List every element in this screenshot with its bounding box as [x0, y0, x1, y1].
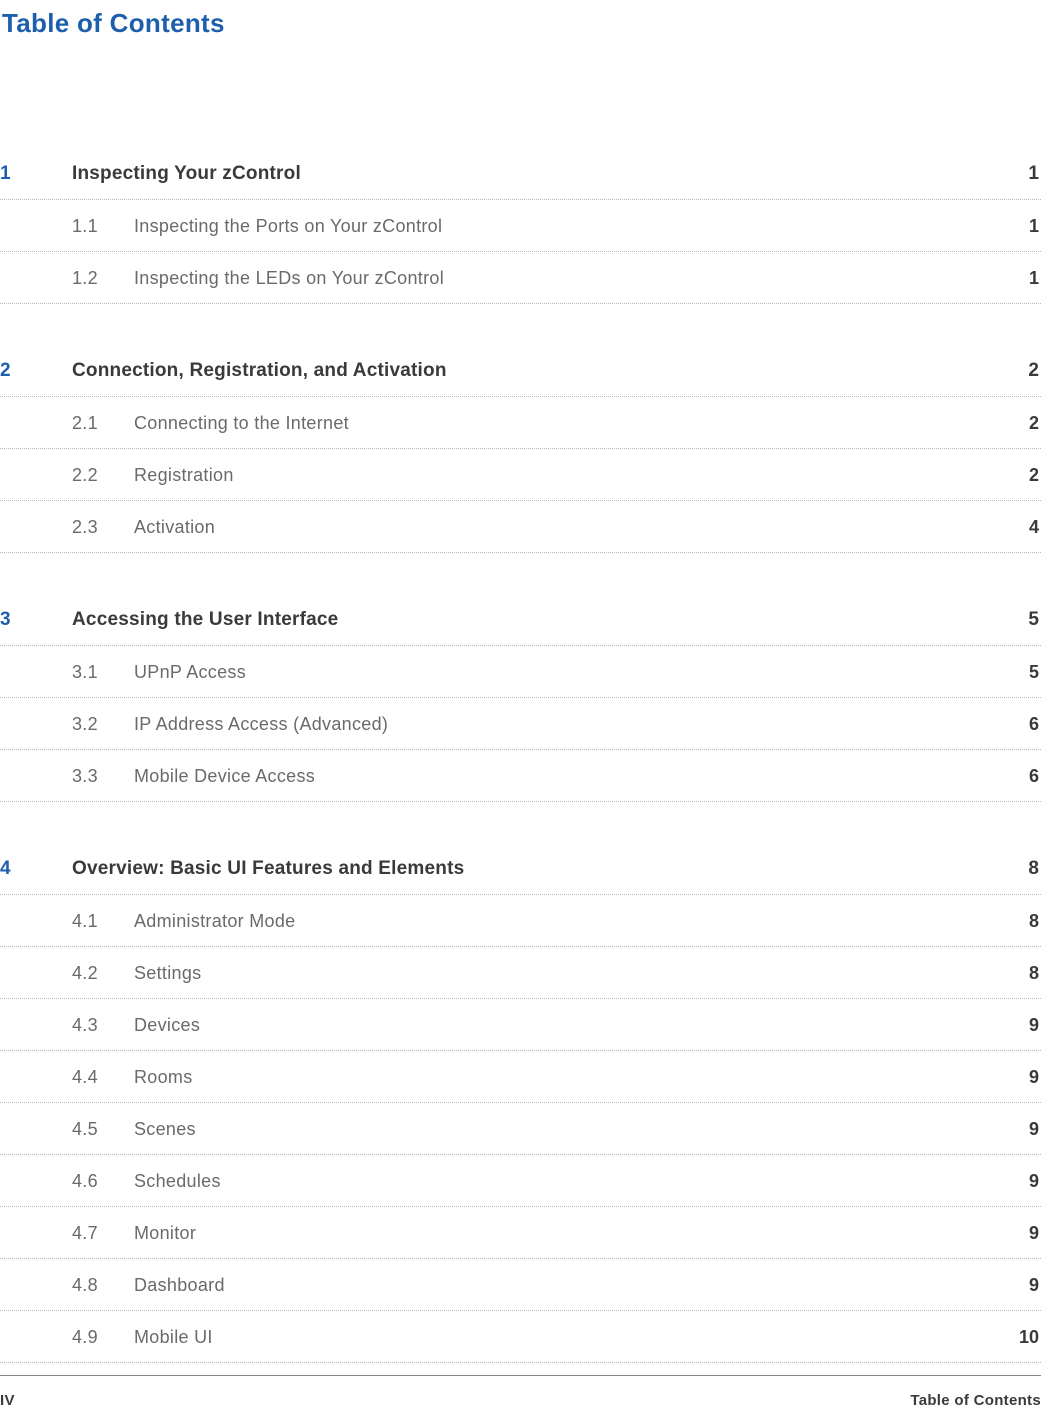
toc-sub-row[interactable]: 1.1Inspecting the Ports on Your zControl… [0, 200, 1041, 252]
chapter-number: 4 [0, 858, 72, 880]
chapter-title: Connection, Registration, and Activation [72, 360, 1028, 382]
sub-page-number: 9 [1029, 1275, 1041, 1296]
toc-chapter-row[interactable]: 3Accessing the User Interface5 [0, 609, 1041, 646]
sub-title: IP Address Access (Advanced) [134, 714, 1029, 735]
toc-sub-row[interactable]: 2.1Connecting to the Internet2 [0, 397, 1041, 449]
toc-sub-row[interactable]: 4.7Monitor9 [0, 1207, 1041, 1259]
sub-number: 1.1 [72, 216, 134, 237]
sub-page-number: 2 [1029, 413, 1041, 434]
sub-number: 4.1 [72, 911, 134, 932]
sub-page-number: 1 [1029, 216, 1041, 237]
sub-number: 4.3 [72, 1015, 134, 1036]
chapter-page-number: 1 [1028, 163, 1041, 185]
sub-page-number: 10 [1019, 1327, 1041, 1348]
sub-page-number: 4 [1029, 517, 1041, 538]
toc-sub-row[interactable]: 4.4Rooms9 [0, 1051, 1041, 1103]
chapter-number: 3 [0, 609, 72, 631]
sub-page-number: 6 [1029, 714, 1041, 735]
chapter-number: 1 [0, 163, 72, 185]
sub-title: Activation [134, 517, 1029, 538]
sub-title: Settings [134, 963, 1029, 984]
page-title: Table of Contents [2, 8, 1041, 39]
sub-title: Dashboard [134, 1275, 1029, 1296]
footer-section-title: Table of Contents [910, 1392, 1041, 1409]
chapter-title: Accessing the User Interface [72, 609, 1028, 631]
sub-number: 4.5 [72, 1119, 134, 1140]
sub-number: 4.2 [72, 963, 134, 984]
sub-number: 3.3 [72, 766, 134, 787]
sub-title: Registration [134, 465, 1029, 486]
sub-title: Monitor [134, 1223, 1029, 1244]
document-page: Table of Contents 1Inspecting Your zCont… [0, 8, 1041, 1363]
toc-chapter: 2Connection, Registration, and Activatio… [0, 360, 1041, 553]
toc-sub-row[interactable]: 4.2Settings8 [0, 947, 1041, 999]
toc-chapter: 3Accessing the User Interface53.1UPnP Ac… [0, 609, 1041, 802]
sub-page-number: 2 [1029, 465, 1041, 486]
sub-title: Schedules [134, 1171, 1029, 1192]
chapter-page-number: 5 [1028, 609, 1041, 631]
sub-number: 3.2 [72, 714, 134, 735]
toc-sub-row[interactable]: 3.2IP Address Access (Advanced)6 [0, 698, 1041, 750]
chapter-page-number: 2 [1028, 360, 1041, 382]
toc-chapter-row[interactable]: 4Overview: Basic UI Features and Element… [0, 858, 1041, 895]
toc-sub-row[interactable]: 2.3Activation4 [0, 501, 1041, 553]
sub-number: 2.2 [72, 465, 134, 486]
footer-page-roman: IV [0, 1392, 15, 1409]
sub-page-number: 9 [1029, 1067, 1041, 1088]
sub-number: 4.4 [72, 1067, 134, 1088]
sub-page-number: 9 [1029, 1223, 1041, 1244]
sub-title: Rooms [134, 1067, 1029, 1088]
chapter-title: Overview: Basic UI Features and Elements [72, 858, 1028, 880]
toc-sub-row[interactable]: 2.2Registration2 [0, 449, 1041, 501]
toc-chapter-row[interactable]: 1Inspecting Your zControl1 [0, 163, 1041, 200]
sub-page-number: 9 [1029, 1171, 1041, 1192]
page-footer: IV Table of Contents [0, 1375, 1041, 1409]
toc-sub-row[interactable]: 4.6Schedules9 [0, 1155, 1041, 1207]
sub-number: 3.1 [72, 662, 134, 683]
sub-title: Inspecting the LEDs on Your zControl [134, 268, 1029, 289]
sub-title: Mobile UI [134, 1327, 1019, 1348]
sub-number: 2.3 [72, 517, 134, 538]
sub-title: UPnP Access [134, 662, 1029, 683]
chapter-title: Inspecting Your zControl [72, 163, 1028, 185]
sub-page-number: 1 [1029, 268, 1041, 289]
toc-chapter-row[interactable]: 2Connection, Registration, and Activatio… [0, 360, 1041, 397]
sub-page-number: 9 [1029, 1015, 1041, 1036]
toc-sub-row[interactable]: 1.2Inspecting the LEDs on Your zControl1 [0, 252, 1041, 304]
toc-chapter: 1Inspecting Your zControl11.1Inspecting … [0, 163, 1041, 304]
sub-title: Devices [134, 1015, 1029, 1036]
table-of-contents: 1Inspecting Your zControl11.1Inspecting … [0, 163, 1041, 1363]
sub-title: Mobile Device Access [134, 766, 1029, 787]
sub-title: Inspecting the Ports on Your zControl [134, 216, 1029, 237]
sub-page-number: 9 [1029, 1119, 1041, 1140]
toc-sub-row[interactable]: 4.3Devices9 [0, 999, 1041, 1051]
chapter-number: 2 [0, 360, 72, 382]
sub-title: Scenes [134, 1119, 1029, 1140]
toc-sub-row[interactable]: 3.3Mobile Device Access6 [0, 750, 1041, 802]
sub-number: 2.1 [72, 413, 134, 434]
toc-sub-row[interactable]: 4.1Administrator Mode8 [0, 895, 1041, 947]
sub-number: 4.9 [72, 1327, 134, 1348]
sub-number: 4.7 [72, 1223, 134, 1244]
toc-sub-row[interactable]: 4.8Dashboard9 [0, 1259, 1041, 1311]
sub-page-number: 8 [1029, 963, 1041, 984]
chapter-page-number: 8 [1028, 858, 1041, 880]
sub-title: Connecting to the Internet [134, 413, 1029, 434]
sub-title: Administrator Mode [134, 911, 1029, 932]
toc-sub-row[interactable]: 3.1UPnP Access5 [0, 646, 1041, 698]
sub-number: 4.8 [72, 1275, 134, 1296]
toc-chapter: 4Overview: Basic UI Features and Element… [0, 858, 1041, 1363]
sub-page-number: 6 [1029, 766, 1041, 787]
sub-page-number: 5 [1029, 662, 1041, 683]
sub-number: 1.2 [72, 268, 134, 289]
toc-sub-row[interactable]: 4.9Mobile UI10 [0, 1311, 1041, 1363]
toc-sub-row[interactable]: 4.5Scenes9 [0, 1103, 1041, 1155]
sub-page-number: 8 [1029, 911, 1041, 932]
sub-number: 4.6 [72, 1171, 134, 1192]
